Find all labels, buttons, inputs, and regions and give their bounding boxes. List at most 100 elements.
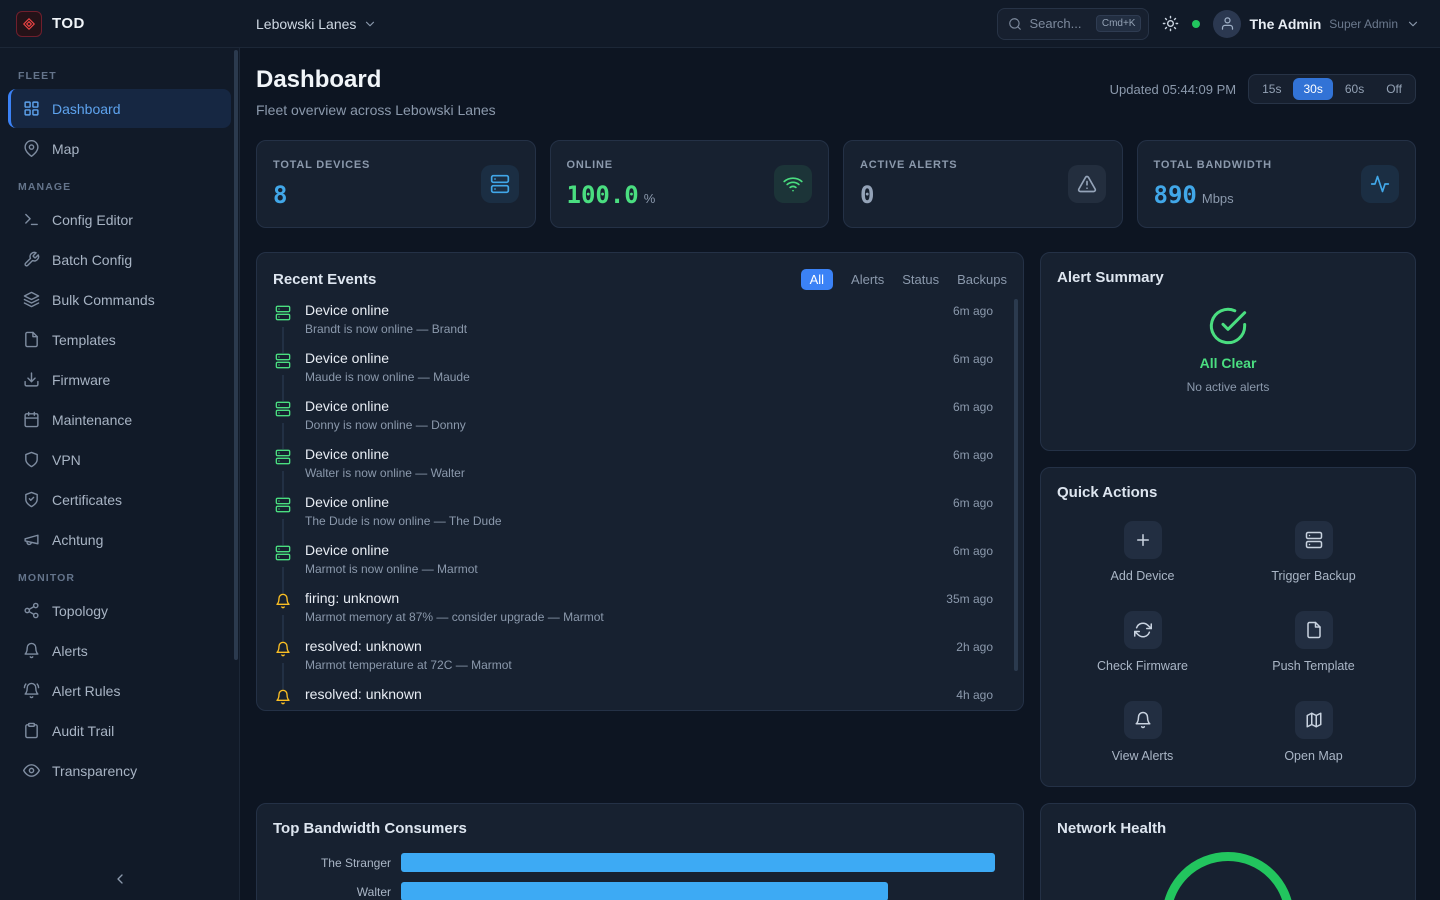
event-row: Device onlineBrandt is now online — Bran… xyxy=(273,302,1007,350)
network-health-card: Network Health xyxy=(1040,803,1416,900)
sidebar-item-batch-config[interactable]: Batch Config xyxy=(8,240,231,279)
sidebar-item-firmware[interactable]: Firmware xyxy=(8,360,231,399)
sidebar-item-label: Achtung xyxy=(52,532,103,548)
main-content: Dashboard Fleet overview across Lebowski… xyxy=(240,48,1440,900)
calendar-icon xyxy=(23,411,40,428)
quick-action-push-template[interactable]: Push Template xyxy=(1228,611,1399,673)
quick-action-open-map[interactable]: Open Map xyxy=(1228,701,1399,763)
event-time: 6m ago xyxy=(953,494,993,542)
sidebar-scrollbar[interactable] xyxy=(234,50,238,660)
sidebar-item-map[interactable]: Map xyxy=(8,129,231,168)
stat-card-active-alerts: ACTIVE ALERTS0 xyxy=(843,140,1123,228)
terminal-icon xyxy=(23,211,40,228)
sidebar-item-achtung[interactable]: Achtung xyxy=(8,520,231,559)
search-input[interactable] xyxy=(1029,16,1088,31)
chevron-left-icon xyxy=(112,871,128,887)
file-icon xyxy=(23,331,40,348)
stats-row: TOTAL DEVICES8ONLINE100.0%ACTIVE ALERTS0… xyxy=(256,140,1416,228)
sidebar-item-vpn[interactable]: VPN xyxy=(8,440,231,479)
bell-icon xyxy=(1134,711,1152,729)
sidebar-item-label: Batch Config xyxy=(52,252,132,268)
file-icon xyxy=(1305,621,1323,639)
event-detail: Maude is now online — Maude xyxy=(305,370,941,384)
stat-label: ACTIVE ALERTS xyxy=(860,159,957,171)
logo-text: TOD xyxy=(52,15,85,32)
search-box[interactable]: Cmd+K xyxy=(997,8,1149,40)
sidebar-collapse-button[interactable] xyxy=(0,858,239,900)
sidebar-item-label: VPN xyxy=(52,452,81,468)
sidebar-item-dashboard[interactable]: Dashboard xyxy=(8,89,231,128)
event-title: firing: unknown xyxy=(305,590,934,606)
events-filter-status[interactable]: Status xyxy=(902,269,939,290)
event-time: 2h ago xyxy=(956,638,993,686)
refresh-option-15s[interactable]: 15s xyxy=(1252,78,1291,100)
event-detail: Marmot memory at 87% — consider upgrade … xyxy=(305,610,934,624)
clipboard-icon xyxy=(23,722,40,739)
quick-actions-title: Quick Actions xyxy=(1057,484,1399,501)
sidebar-item-alert-rules[interactable]: Alert Rules xyxy=(8,671,231,710)
shield-check-icon xyxy=(23,491,40,508)
user-icon xyxy=(1220,16,1235,31)
user-menu[interactable]: The Admin Super Admin xyxy=(1213,10,1420,38)
sidebar-item-label: Map xyxy=(52,141,79,157)
sidebar-item-templates[interactable]: Templates xyxy=(8,320,231,359)
sidebar-item-label: Alerts xyxy=(52,643,88,659)
theme-toggle-button[interactable] xyxy=(1162,15,1179,32)
stat-card-total-bandwidth: TOTAL BANDWIDTH890Mbps xyxy=(1137,140,1417,228)
app-root: TOD Lebowski Lanes Cmd+K The Admin Super… xyxy=(0,0,1440,900)
check-circle-icon xyxy=(1208,306,1248,346)
org-selector[interactable]: Lebowski Lanes xyxy=(256,16,377,32)
event-row: Device onlineDonny is now online — Donny… xyxy=(273,398,1007,446)
refresh-option-off[interactable]: Off xyxy=(1376,78,1412,100)
events-filter-alerts[interactable]: Alerts xyxy=(851,269,884,290)
map-pin-icon xyxy=(23,140,40,157)
sidebar-item-bulk-commands[interactable]: Bulk Commands xyxy=(8,280,231,319)
page-header: Dashboard Fleet overview across Lebowski… xyxy=(256,66,1416,118)
download-icon xyxy=(23,371,40,388)
event-detail: Donny is now online — Donny xyxy=(305,418,941,432)
sidebar-item-audit-trail[interactable]: Audit Trail xyxy=(8,711,231,750)
sidebar-item-label: Firmware xyxy=(52,372,110,388)
event-title: resolved: unknown xyxy=(305,686,944,702)
quick-action-add-device[interactable]: Add Device xyxy=(1057,521,1228,583)
bell-icon xyxy=(23,642,40,659)
quick-action-view-alerts[interactable]: View Alerts xyxy=(1057,701,1228,763)
alert-triangle-icon xyxy=(1077,174,1097,194)
plus-icon xyxy=(1134,531,1152,549)
events-filter-all[interactable]: All xyxy=(801,269,833,290)
event-server-icon xyxy=(275,545,291,561)
event-bell-icon xyxy=(275,689,291,705)
refresh-option-60s[interactable]: 60s xyxy=(1335,78,1374,100)
bandwidth-device-label: The Stranger xyxy=(273,856,391,870)
server-icon xyxy=(490,174,510,194)
quick-action-trigger-backup[interactable]: Trigger Backup xyxy=(1228,521,1399,583)
sidebar-item-maintenance[interactable]: Maintenance xyxy=(8,400,231,439)
event-server-icon xyxy=(275,449,291,465)
sidebar-item-config-editor[interactable]: Config Editor xyxy=(8,200,231,239)
sidebar-item-certificates[interactable]: Certificates xyxy=(8,480,231,519)
bandwidth-device-label: Walter xyxy=(273,885,391,899)
quick-action-label: Push Template xyxy=(1272,659,1354,673)
chevron-down-icon xyxy=(1406,17,1420,31)
event-time: 6m ago xyxy=(953,350,993,398)
network-health-title: Network Health xyxy=(1057,820,1399,837)
sidebar: FLEETDashboardMapMANAGEConfig EditorBatc… xyxy=(0,48,240,900)
recent-events-card: Recent Events AllAlertsStatusBackups Dev… xyxy=(256,252,1024,711)
events-scrollbar[interactable] xyxy=(1014,299,1018,671)
stat-label: TOTAL BANDWIDTH xyxy=(1154,159,1272,171)
sidebar-item-transparency[interactable]: Transparency xyxy=(8,751,231,790)
event-target: — The Dude xyxy=(434,514,502,528)
sidebar-item-topology[interactable]: Topology xyxy=(8,591,231,630)
quick-action-check-firmware[interactable]: Check Firmware xyxy=(1057,611,1228,673)
quick-action-label: Check Firmware xyxy=(1097,659,1188,673)
quick-action-label: View Alerts xyxy=(1112,749,1174,763)
bandwidth-bar xyxy=(401,882,888,900)
event-detail: Marmot temperature at 72C — Marmot xyxy=(305,658,944,672)
topbar: TOD Lebowski Lanes Cmd+K The Admin Super… xyxy=(0,0,1440,48)
stat-value: 8 xyxy=(273,181,287,209)
sidebar-item-label: Audit Trail xyxy=(52,723,114,739)
refresh-option-30s[interactable]: 30s xyxy=(1293,78,1332,100)
event-title: resolved: unknown xyxy=(305,638,944,654)
sidebar-item-alerts[interactable]: Alerts xyxy=(8,631,231,670)
events-filter-backups[interactable]: Backups xyxy=(957,269,1007,290)
